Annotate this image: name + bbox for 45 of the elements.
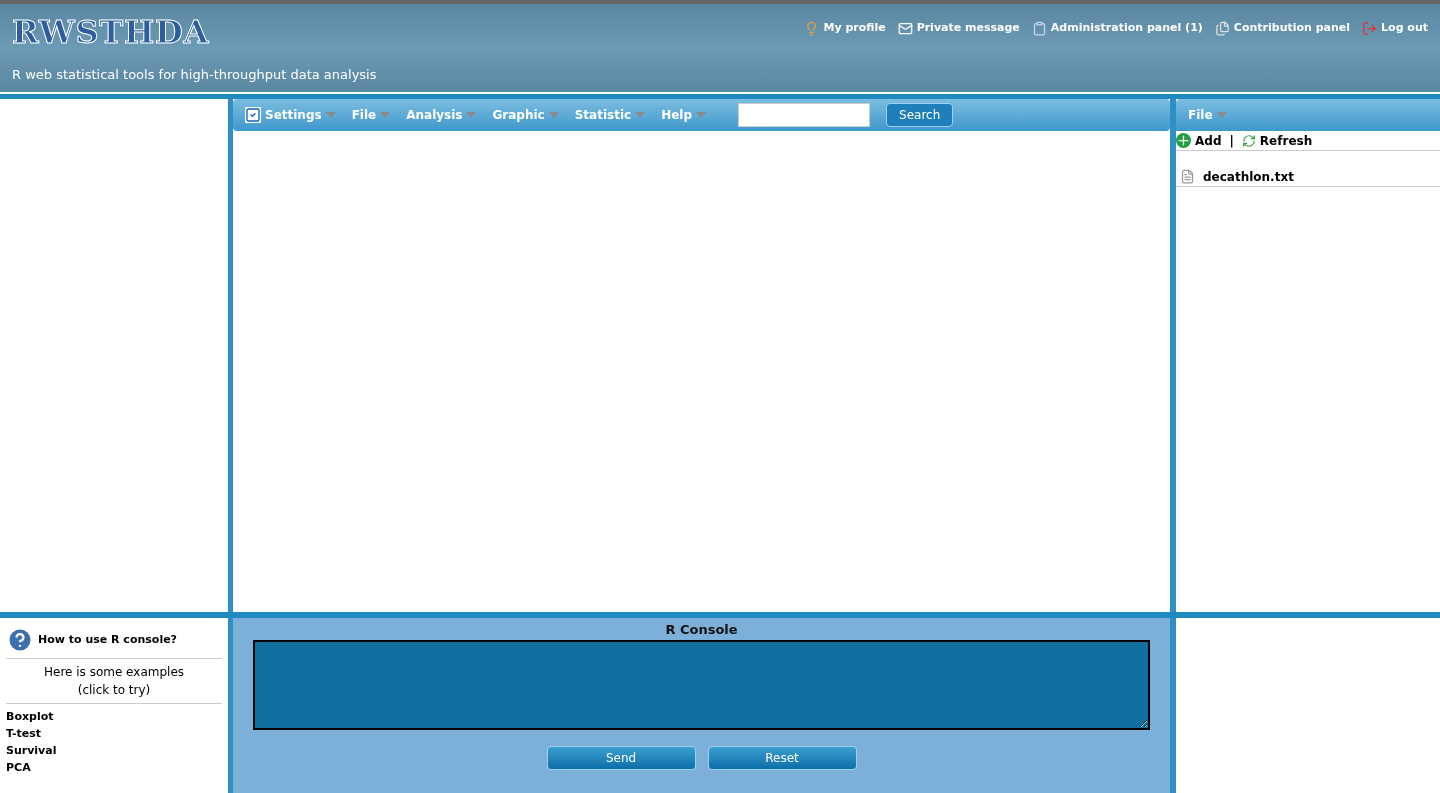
menu-item[interactable]: Statistic	[574, 106, 646, 124]
documents-icon	[1214, 20, 1230, 36]
file-action[interactable]: Add	[1176, 131, 1222, 150]
search-button[interactable]: Search	[886, 103, 954, 127]
caret-icon	[635, 112, 646, 118]
header-link[interactable]: My profile	[804, 20, 886, 37]
file-item[interactable]: decathlon.txt	[1176, 167, 1440, 187]
search-field[interactable]	[738, 103, 871, 127]
console-button[interactable]: Reset	[707, 745, 857, 770]
header-link[interactable]: Log out	[1362, 20, 1428, 37]
site-subtitle: R web statistical tools for high-throughput data analysis	[12, 65, 377, 84]
console-button[interactable]: Send	[546, 745, 696, 770]
menu-item[interactable]: Graphic	[492, 106, 559, 124]
menu-item[interactable]: File	[351, 106, 391, 124]
header-link[interactable]: Private message	[897, 20, 1020, 37]
caret-icon	[696, 112, 707, 118]
header-link[interactable]: Contribution panel	[1214, 20, 1351, 37]
example-link[interactable]: Boxplot	[6, 708, 54, 725]
example-link[interactable]: PCA	[6, 759, 31, 776]
document-icon	[1180, 169, 1195, 184]
logo-text: RWSTHDA	[12, 16, 211, 48]
help-title: How to use R console?	[38, 631, 177, 648]
envelope-icon	[897, 20, 913, 36]
caret-icon	[380, 112, 391, 118]
menu-item[interactable]: Settings	[245, 106, 336, 124]
file-menu[interactable]: File	[1188, 106, 1227, 124]
file-action[interactable]: Refresh	[1241, 131, 1313, 150]
separator-text: |	[1228, 132, 1235, 150]
console-title: R Console	[665, 621, 738, 639]
header-link[interactable]: Administration panel (1)	[1031, 20, 1203, 37]
caret-icon	[1216, 112, 1227, 118]
clipboard-icon	[1031, 20, 1047, 36]
caret-icon	[466, 112, 477, 118]
caret-icon	[548, 112, 559, 118]
help-icon	[6, 626, 34, 654]
example-link[interactable]: Survival	[6, 742, 57, 759]
menu-item[interactable]: Analysis	[406, 106, 477, 124]
examples-hint: (click to try)	[77, 682, 151, 699]
console-input[interactable]	[253, 639, 1150, 730]
caret-icon	[325, 112, 336, 118]
logout-icon	[1362, 20, 1378, 36]
examples-intro: Here is some examples	[43, 664, 185, 681]
example-link[interactable]: T-test	[6, 725, 41, 742]
refresh-icon	[1241, 133, 1256, 148]
menu-item[interactable]: Help	[661, 106, 707, 124]
